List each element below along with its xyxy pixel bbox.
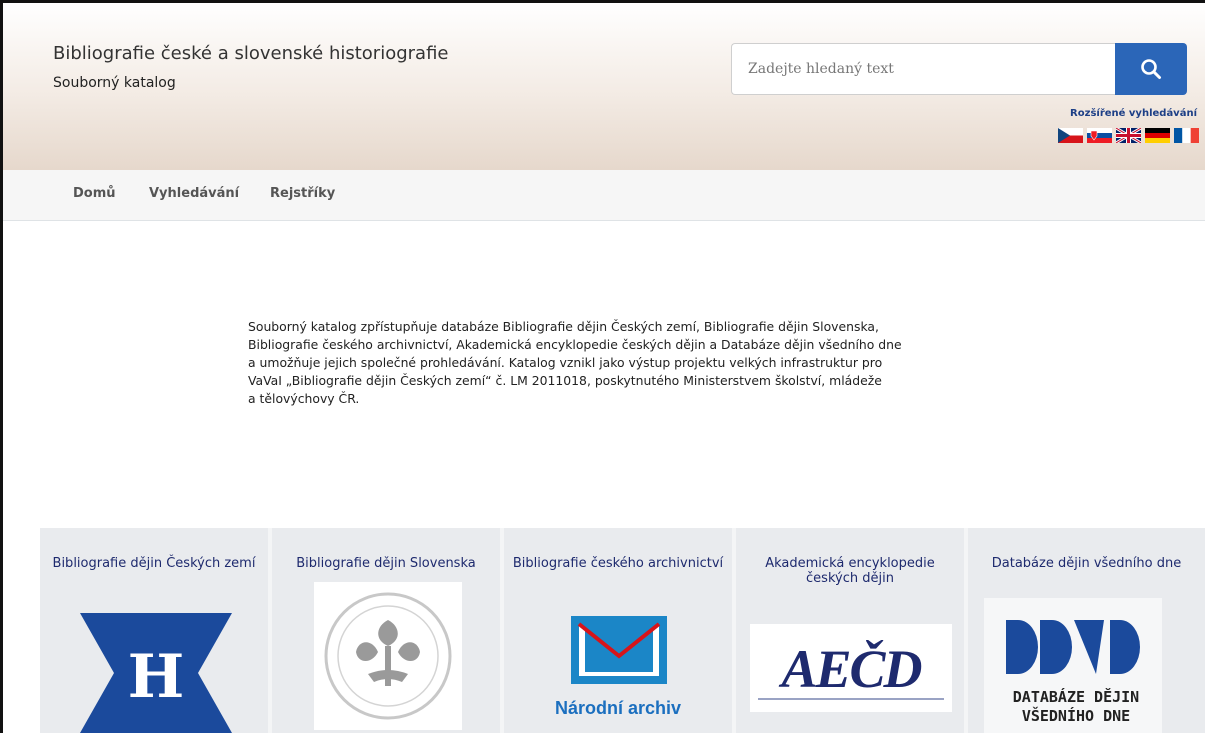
advanced-search-link[interactable]: Rozšířené vyhledávání [1070, 108, 1197, 119]
card-title: Databáze dějin všedního dne [991, 556, 1182, 571]
database-cards: Bibliografie dějin Českých zemí H Biblio… [40, 528, 1205, 733]
card-everyday-history[interactable]: Databáze dějin všedního dne DATABÁZE DĚJ… [968, 528, 1205, 733]
h-logo: H [80, 613, 232, 733]
nav-home[interactable]: Domů [73, 186, 116, 201]
national-archive-text: Národní archiv [554, 698, 682, 718]
national-archive-logo [571, 616, 667, 684]
intro-line: a umožňuje jejich společné prohledávání.… [248, 355, 883, 370]
intro-line: VaVaI „Bibliografie dějin Českých zemí“ … [248, 373, 882, 388]
ddvd-logo-mark [1006, 620, 1140, 674]
page: Bibliografie české a slovenské historiog… [0, 0, 1205, 733]
academy-seal-icon [314, 582, 462, 730]
ddvd-logo-text: DATABÁZE DĚJIN VŠEDNÍHO DNE [1012, 688, 1140, 725]
site-header: Bibliografie české a slovenské historiog… [3, 3, 1205, 170]
site-title[interactable]: Bibliografie české a slovenské historiog… [53, 43, 448, 64]
ddvd-logo: DATABÁZE DĚJIN VŠEDNÍHO DNE [984, 598, 1162, 733]
intro-line: a tělovýchovy ČR. [248, 391, 360, 406]
nav-indexes[interactable]: Rejstříky [270, 186, 335, 201]
search-icon [1141, 59, 1161, 79]
aecd-logo: AEČD [750, 624, 952, 712]
search-input[interactable] [731, 43, 1115, 95]
card-encyclopedia[interactable]: Akademická encyklopedie českých dějin AE… [736, 528, 968, 733]
aecd-logo-text: AEČD [781, 639, 922, 699]
intro-line: Bibliografie českého archivnictví, Akade… [248, 337, 902, 352]
language-flags [1058, 128, 1199, 143]
site-subtitle: Souborný katalog [53, 75, 176, 91]
card-title: Bibliografie dějin Slovenska [296, 556, 476, 571]
intro-text: Souborný katalog zpřístupňuje databáze B… [248, 318, 1008, 408]
nav-search[interactable]: Vyhledávání [149, 186, 239, 201]
sk-flag[interactable] [1087, 128, 1112, 143]
intro-line: Souborný katalog zpřístupňuje databáze B… [248, 319, 879, 334]
card-bibliography-czech-lands[interactable]: Bibliografie dějin Českých zemí H [40, 528, 272, 733]
fr-flag[interactable] [1174, 128, 1199, 143]
card-bibliography-slovakia[interactable]: Bibliografie dějin Slovenska [272, 528, 504, 733]
card-bibliography-archives[interactable]: Bibliografie českého archivnictví Národn… [504, 528, 736, 733]
cz-flag[interactable] [1058, 128, 1083, 143]
h-logo-letter: H [128, 642, 185, 712]
card-title: Bibliografie dějin Českých zemí [52, 556, 256, 571]
aecd-logo-stripe [758, 698, 944, 700]
search-button[interactable] [1115, 43, 1187, 95]
card-title: Bibliografie českého archivnictví [512, 556, 724, 571]
uk-flag[interactable] [1116, 128, 1141, 143]
card-title: Akademická encyklopedie českých dějin [765, 556, 935, 586]
de-flag[interactable] [1145, 128, 1170, 143]
main-nav: Domů Vyhledávání Rejstříky [3, 170, 1205, 221]
